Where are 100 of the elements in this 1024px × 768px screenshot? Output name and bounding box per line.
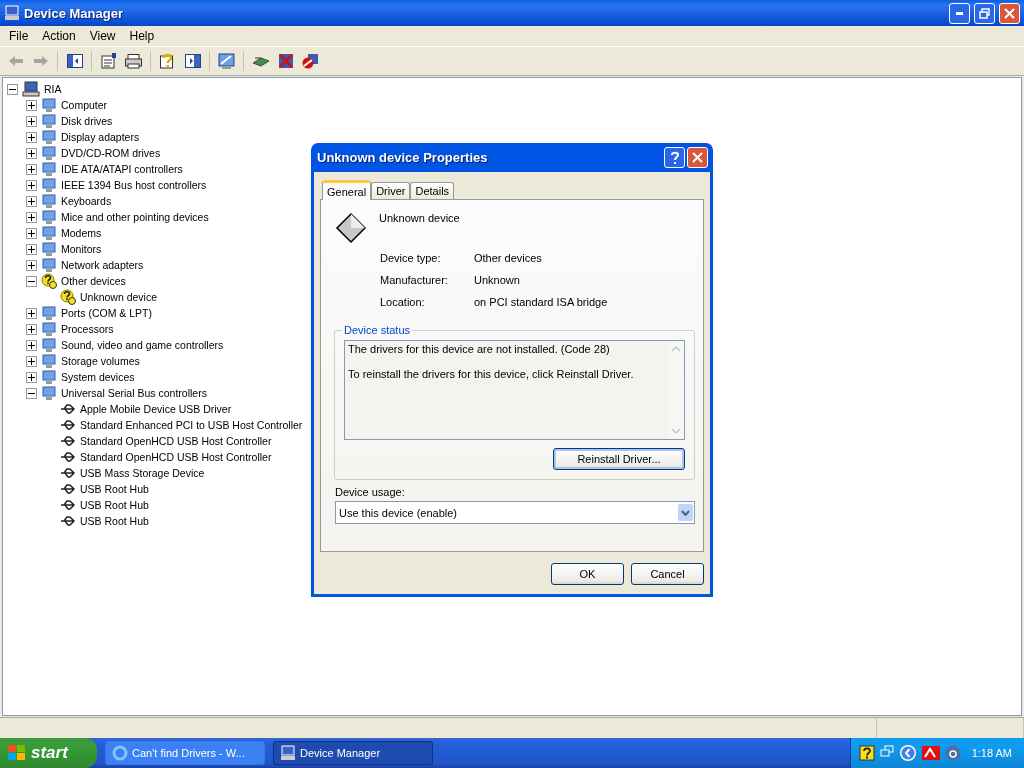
tree-item[interactable]: Storage volumes	[60, 355, 141, 367]
question-mark-icon	[669, 150, 680, 165]
tree-item[interactable]: Computer	[60, 99, 109, 111]
expand-toggle[interactable]	[26, 211, 37, 223]
expand-toggle[interactable]	[26, 355, 37, 367]
graphics-tray-icon[interactable]	[921, 746, 940, 760]
restore-button[interactable]	[974, 2, 995, 24]
tab[interactable]: Driver	[371, 182, 411, 199]
tree-item[interactable]: Standard OpenHCD USB Host Controller	[79, 451, 273, 463]
expand-toggle[interactable]	[26, 131, 37, 143]
panel-icon	[184, 54, 201, 68]
tree-item[interactable]: Standard Enhanced PCI to USB Host Controller	[79, 419, 304, 431]
dialog-title: Unknown device Properties	[317, 150, 489, 165]
monitor-scan-icon	[218, 53, 235, 69]
plus-icon	[28, 341, 35, 349]
group-title: Device status	[343, 324, 412, 336]
expand-toggle[interactable]	[26, 115, 37, 127]
tree-item[interactable]: Mice and other pointing devices	[60, 211, 210, 223]
tree-item[interactable]: Standard OpenHCD USB Host Controller	[79, 435, 273, 447]
tree-item[interactable]: USB Root Hub	[79, 515, 150, 527]
clock: 1:18 AM	[971, 747, 1012, 759]
plus-icon	[28, 117, 35, 125]
tree-item[interactable]: Unknown device	[79, 291, 159, 303]
taskbar-button[interactable]: Device Manager	[273, 741, 433, 765]
tab[interactable]: Details	[410, 182, 455, 199]
expand-toggle[interactable]	[26, 227, 37, 239]
expand-toggle[interactable]	[26, 371, 37, 383]
tree-item[interactable]: Other devices	[60, 275, 127, 287]
plus-icon	[28, 373, 35, 381]
property-label: Location:	[380, 296, 426, 308]
collapse-toggle[interactable]	[26, 387, 37, 399]
collapse-toggle[interactable]	[26, 275, 37, 287]
expand-toggle[interactable]	[26, 243, 37, 255]
device-usage-dropdown[interactable]: Use this device (enable)	[335, 501, 695, 524]
plus-icon	[28, 261, 35, 269]
plus-icon	[28, 181, 35, 189]
menu-item[interactable]: Help	[122, 29, 162, 43]
expand-toggle[interactable]	[26, 163, 37, 175]
browser-icon	[112, 745, 128, 761]
tree-item[interactable]: USB Root Hub	[79, 483, 150, 495]
expand-toggle[interactable]	[26, 307, 37, 319]
tree-item[interactable]: Sound, video and game controllers	[60, 339, 225, 351]
field-label: Device usage:	[335, 486, 406, 498]
property-value: Other devices	[474, 252, 543, 264]
plus-icon	[28, 325, 35, 333]
tree-item[interactable]: Disk drives	[60, 115, 114, 127]
tree-pane-icon	[66, 54, 83, 68]
reinstall-driver-button[interactable]: Reinstall Driver...	[553, 448, 685, 470]
expand-toggle[interactable]	[26, 179, 37, 191]
printer-icon	[125, 53, 142, 69]
tree-item[interactable]: Ports (COM & LPT)	[60, 307, 153, 319]
close-button[interactable]	[687, 147, 708, 168]
tree-item[interactable]: DVD/CD-ROM drives	[60, 147, 162, 159]
diamond-icon	[335, 212, 367, 244]
menu-item[interactable]: File	[2, 29, 36, 43]
tree-item[interactable]: Network adapters	[60, 259, 145, 271]
tree-item[interactable]: Apple Mobile Device USB Driver	[79, 403, 233, 415]
tree-item[interactable]: System devices	[60, 371, 136, 383]
close-button[interactable]	[999, 2, 1020, 24]
expand-toggle[interactable]	[26, 323, 37, 335]
ok-button[interactable]: OK	[551, 563, 624, 585]
expand-toggle[interactable]	[26, 259, 37, 271]
tree-item[interactable]: USB Mass Storage Device	[79, 467, 206, 479]
status-message: To reinstall the drivers for this device, click Reinstall Driver.	[348, 368, 635, 380]
property-value: on PCI standard ISA bridge	[474, 296, 609, 308]
properties-icon	[100, 53, 117, 69]
start-button[interactable]: start	[0, 738, 97, 768]
tab[interactable]: General	[322, 180, 372, 200]
computer-icon	[4, 5, 20, 21]
minimize-button[interactable]	[949, 2, 970, 24]
tree-item[interactable]: Universal Serial Bus controllers	[60, 387, 208, 399]
collapse-toggle[interactable]	[7, 83, 18, 95]
tree-item[interactable]: Monitors	[60, 243, 103, 255]
tree-item[interactable]: Display adapters	[60, 131, 141, 143]
expand-toggle[interactable]	[26, 99, 37, 111]
help-icon[interactable]	[858, 745, 875, 761]
property-value: Unknown	[474, 274, 521, 286]
tree-item[interactable]: IEEE 1394 Bus host controllers	[60, 179, 208, 191]
tree-item[interactable]: Modems	[60, 227, 103, 239]
uninstall-icon	[277, 53, 294, 69]
window-title: Device Manager	[24, 5, 124, 21]
tree-item[interactable]: USB Root Hub	[79, 499, 150, 511]
menu-item[interactable]: Action	[35, 29, 83, 43]
help-button[interactable]	[664, 147, 685, 168]
taskbar-button[interactable]: Can't find Drivers - W...	[105, 741, 265, 765]
tree-item[interactable]: Processors	[60, 323, 115, 335]
tree-item[interactable]: RIA	[43, 83, 63, 95]
tree-item[interactable]: IDE ATA/ATAPI controllers	[60, 163, 184, 175]
tree-item[interactable]: Keyboards	[60, 195, 113, 207]
computer-icon	[22, 81, 40, 97]
plus-icon	[28, 149, 35, 157]
expand-toggle[interactable]	[26, 147, 37, 159]
restore-icon	[979, 7, 990, 19]
expand-toggle[interactable]	[26, 195, 37, 207]
card-update-icon	[251, 55, 270, 67]
cancel-button[interactable]: Cancel	[631, 563, 704, 585]
chevron-left-icon[interactable]	[898, 744, 917, 762]
menu-item[interactable]: View	[82, 29, 123, 43]
expand-toggle[interactable]	[26, 339, 37, 351]
globe-icon[interactable]	[944, 745, 961, 761]
